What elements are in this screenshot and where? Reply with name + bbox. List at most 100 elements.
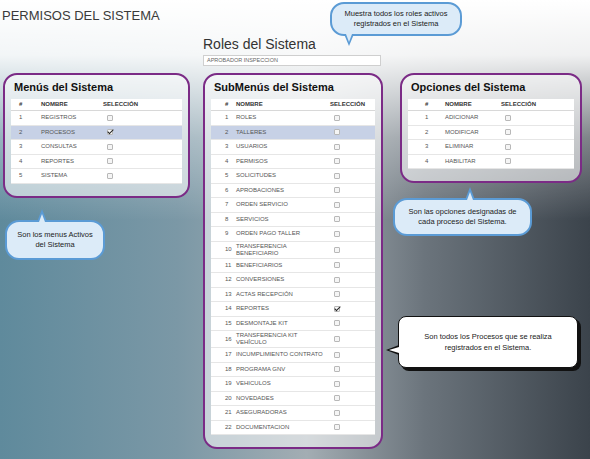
row-number: 21: [211, 409, 232, 416]
table-row[interactable]: 18PROGRAMA GNV: [211, 363, 375, 378]
row-name: PROCESOS: [41, 129, 99, 136]
table-row[interactable]: 19VEHICULOS: [211, 377, 375, 392]
selection-checkbox[interactable]: [107, 158, 113, 164]
selection-checkbox[interactable]: [334, 320, 340, 326]
selection-checkbox[interactable]: [334, 277, 340, 283]
selection-cell: [330, 424, 375, 430]
selection-checkbox[interactable]: [334, 381, 340, 387]
table-header: #NOMBRESELECCIÓN: [211, 99, 375, 111]
menus-column: Menús del Sistema#NOMBRESELECCIÓN1REGIST…: [3, 73, 190, 260]
selection-checkbox[interactable]: [334, 231, 340, 237]
row-number: 5: [211, 172, 232, 179]
table-row[interactable]: 6APROBACIONES: [211, 184, 375, 199]
selection-cell: [330, 410, 375, 416]
table-row[interactable]: 4PERMISOS: [211, 155, 375, 170]
row-name: PERMISOS: [236, 158, 326, 165]
table-row[interactable]: 15DESMONTAJE KIT: [211, 317, 375, 332]
selection-cell: [330, 247, 375, 253]
selection-cell: [330, 352, 375, 358]
selection-checkbox[interactable]: [505, 158, 511, 164]
selection-checkbox[interactable]: [334, 247, 340, 253]
table-row[interactable]: 3USUARIOS: [211, 140, 375, 155]
row-number: 8: [211, 216, 232, 223]
row-number: 18: [211, 366, 232, 373]
table-row[interactable]: 7ORDEN SERVICIO: [211, 198, 375, 213]
table-row[interactable]: 22DOCUMENTACION: [211, 421, 375, 436]
selection-checkbox[interactable]: [334, 291, 340, 297]
table-row[interactable]: 1ROLES: [211, 111, 375, 126]
table-row[interactable]: 1ADICIONAR: [408, 111, 574, 126]
table-row[interactable]: 9ORDEN PAGO TALLER: [211, 227, 375, 242]
roles-section: Roles del SistemaAPROBADOR INSPECCION: [203, 36, 381, 66]
callout-text: Son todos los Procesos que se realiza re…: [424, 332, 552, 352]
table-row[interactable]: 21ASEGURADORAS: [211, 406, 375, 421]
selection-checkbox[interactable]: [334, 306, 340, 312]
selection-cell: [330, 115, 375, 121]
table-row[interactable]: 1REGISTROS: [11, 111, 182, 126]
roles-dropdown[interactable]: APROBADOR INSPECCION: [203, 55, 381, 66]
table-row[interactable]: 16TRANSFERENCIA KIT VEHÍCULO: [211, 331, 375, 348]
selection-checkbox[interactable]: [505, 144, 511, 150]
selection-checkbox[interactable]: [334, 202, 340, 208]
selection-checkbox[interactable]: [334, 129, 340, 135]
table-row[interactable]: 14REPORTES: [211, 302, 375, 317]
selection-checkbox[interactable]: [334, 173, 340, 179]
table-row[interactable]: 12CONVERSIONES: [211, 273, 375, 288]
table-row[interactable]: 3CONSULTAS: [11, 140, 182, 155]
panel-title: Menús del Sistema: [11, 79, 182, 99]
selection-checkbox[interactable]: [334, 395, 340, 401]
selection-checkbox[interactable]: [107, 173, 113, 179]
selection-cell: [330, 158, 375, 164]
table-row[interactable]: 13ACTAS RECEPCIÓN: [211, 288, 375, 303]
row-name: DESMONTAJE KIT: [236, 320, 326, 327]
selection-checkbox[interactable]: [334, 158, 340, 164]
selection-checkbox[interactable]: [334, 216, 340, 222]
selection-checkbox[interactable]: [107, 115, 113, 121]
row-number: 14: [211, 305, 232, 312]
table-row[interactable]: 2MODIFICAR: [408, 126, 574, 141]
row-number: 17: [211, 351, 232, 358]
table-row[interactable]: 11 BENEFICIARIOS: [211, 259, 375, 274]
selection-checkbox[interactable]: [505, 129, 511, 135]
table-row[interactable]: 8SERVICIOS: [211, 213, 375, 228]
table-row[interactable]: 10TRANSFERENCIA BENEFICIARIO: [211, 242, 375, 259]
selection-checkbox[interactable]: [334, 336, 340, 342]
selection-cell: [103, 158, 182, 164]
table-row[interactable]: 2TALLERES: [211, 126, 375, 141]
options-column: Opciones del Sistema#NOMBRESELECCIÓN1ADI…: [400, 73, 582, 368]
selection-cell: [330, 336, 375, 342]
selection-cell: [330, 262, 375, 268]
selection-checkbox[interactable]: [107, 129, 113, 135]
row-name: REGISTROS: [41, 114, 99, 121]
table-row[interactable]: 2PROCESOS: [11, 126, 182, 141]
table-row[interactable]: 20NOVEDADES: [211, 392, 375, 407]
selection-checkbox[interactable]: [334, 187, 340, 193]
table-row[interactable]: 4REPORTES: [11, 155, 182, 170]
panel-title: SubMenús del Sistema: [211, 79, 375, 99]
selection-checkbox[interactable]: [505, 115, 511, 121]
selection-checkbox[interactable]: [334, 262, 340, 268]
selection-checkbox[interactable]: [107, 144, 113, 150]
table-row[interactable]: 5SOLICITUDES: [211, 169, 375, 184]
row-name: BENEFICIARIOS: [236, 262, 326, 269]
row-name: TALLERES: [236, 129, 326, 136]
row-number: 10: [211, 246, 232, 253]
callout-text: Son las opciones designadas de cada proc…: [409, 207, 517, 226]
table-row[interactable]: 5SISTEMA: [11, 169, 182, 184]
selection-checkbox[interactable]: [334, 115, 340, 121]
callout-opciones: Son las opciones designadas de cada proc…: [393, 198, 532, 236]
row-name: USUARIOS: [236, 143, 326, 150]
selection-checkbox[interactable]: [334, 410, 340, 416]
table-row[interactable]: 3ELIMINAR: [408, 140, 574, 155]
row-name: HABILITAR: [445, 158, 497, 165]
table-row[interactable]: 17INCUMPLIMIENTO CONTRATO: [211, 348, 375, 363]
selection-checkbox[interactable]: [334, 424, 340, 430]
row-number: 11: [211, 262, 232, 269]
selection-checkbox[interactable]: [334, 144, 340, 150]
row-name: CONVERSIONES: [236, 276, 326, 283]
selection-checkbox[interactable]: [334, 352, 340, 358]
row-name: ELIMINAR: [445, 143, 497, 150]
selection-checkbox[interactable]: [334, 366, 340, 372]
table-row[interactable]: 4HABILITAR: [408, 155, 574, 170]
column-header: SELECCIÓN: [330, 101, 375, 108]
